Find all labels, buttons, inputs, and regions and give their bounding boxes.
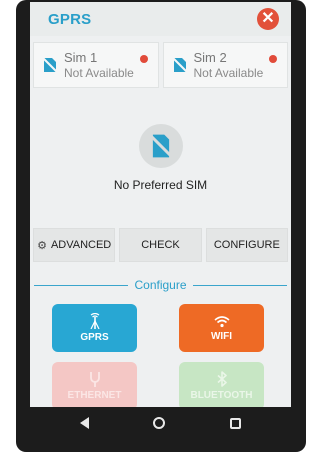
ethernet-tile[interactable]: ETHERNET [52,362,137,407]
ethernet-icon [89,372,100,387]
sim-status: Not Available [193,66,264,80]
bluetooth-icon [216,371,227,387]
antenna-icon [89,313,100,329]
wifi-icon [213,315,230,327]
sim-card-off-icon [138,124,183,168]
divider [34,284,129,286]
configure-tiles: GPRS WIFI ETHERNET BLUETOOTH [30,292,291,407]
configure-section-header: Configure [30,262,291,292]
action-buttons: ⚙ ADVANCED CHECK CONFIGURE [30,228,291,262]
check-button[interactable]: CHECK [119,228,202,262]
sim-card-1[interactable]: Sim 1 Not Available [33,42,159,88]
sim-name: Sim 1 [64,50,98,65]
sim-status: Not Available [64,66,134,80]
preferred-sim-panel: No Preferred SIM [30,88,291,228]
check-label: CHECK [141,239,180,251]
close-button[interactable]: ✕ [257,8,279,30]
sim-card-2[interactable]: Sim 2 Not Available [162,42,288,88]
gprs-tile[interactable]: GPRS [52,304,137,352]
sim-name: Sim 2 [193,50,227,65]
sim-card-off-icon [42,57,58,73]
sim-list: Sim 1 Not Available Sim 2 Not Available [30,36,291,88]
bluetooth-tile[interactable]: BLUETOOTH [179,362,264,407]
divider [192,284,287,286]
configure-button[interactable]: CONFIGURE [205,228,288,262]
gear-icon: ⚙ [37,239,47,252]
preferred-sim-label: No Preferred SIM [113,178,208,192]
page-title: GPRS [48,10,92,28]
recents-icon[interactable] [229,417,241,429]
status-dot [269,55,277,63]
app-bar: GPRS ✕ [30,2,291,36]
back-icon[interactable] [80,417,90,429]
close-icon: ✕ [261,10,275,27]
tile-label: GPRS [80,332,109,343]
sim-card-off-icon [171,57,188,73]
system-nav-bar [30,408,291,438]
tile-label: WIFI [210,330,233,342]
section-title: Configure [134,278,187,292]
tile-label: BLUETOOTH [190,390,253,401]
advanced-button[interactable]: ⚙ ADVANCED [33,228,116,262]
tile-label: ETHERNET [67,390,122,401]
wifi-tile[interactable]: WIFI [179,304,264,352]
app-screen: GPRS ✕ Sim 1 Not Available Sim 2 Not Ava… [30,2,291,407]
home-icon[interactable] [153,417,166,429]
configure-label: CONFIGURE [213,239,280,251]
advanced-label: ADVANCED [50,239,112,251]
status-dot [139,55,148,63]
